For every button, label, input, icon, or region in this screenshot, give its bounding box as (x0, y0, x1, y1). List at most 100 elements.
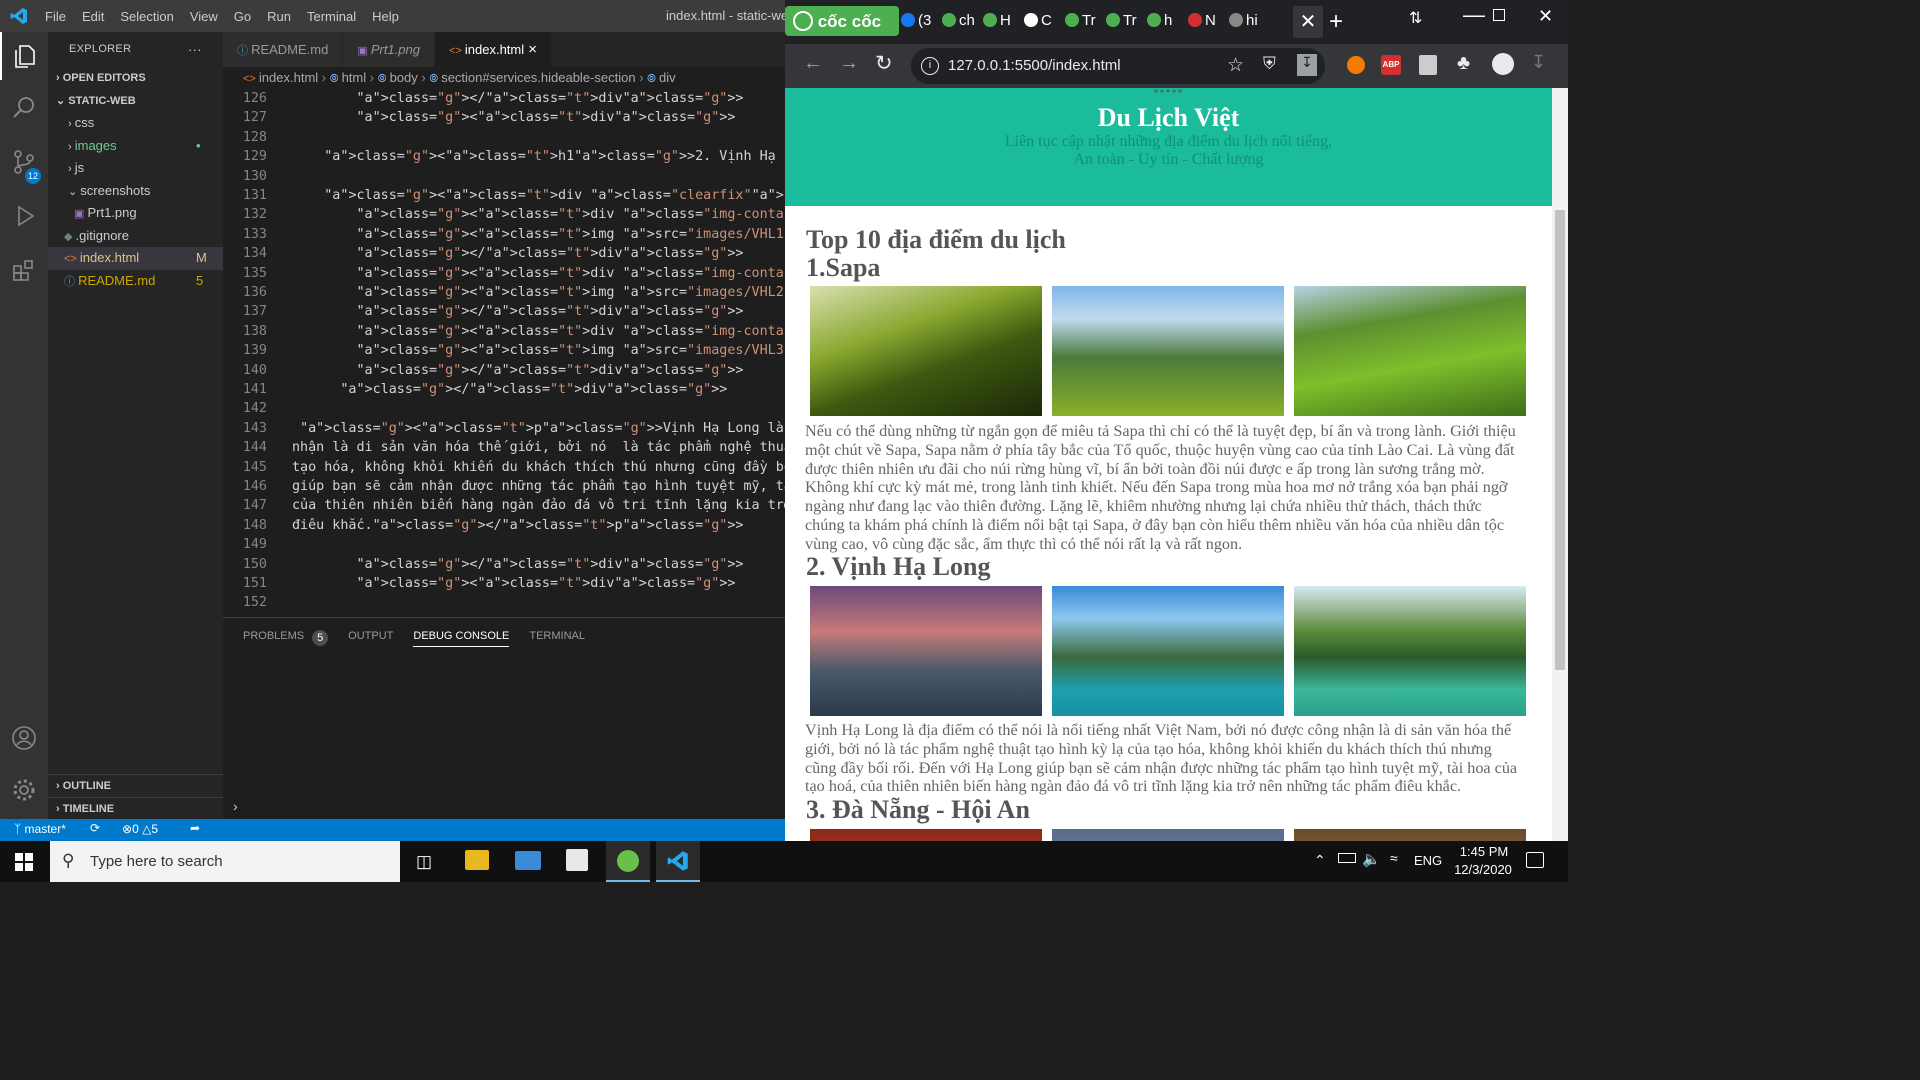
static-web-folder[interactable]: ⌄ STATIC-WEB (48, 90, 223, 112)
volume-icon[interactable]: 🔈 (1362, 850, 1381, 868)
run-debug-icon[interactable] (0, 192, 48, 240)
sync-icon[interactable]: ⟳ (90, 821, 100, 835)
panel-tabs: PROBLEMS 5 OUTPUT DEBUG CONSOLE TERMINAL (243, 630, 605, 647)
browser-tab[interactable]: (3 (901, 12, 942, 34)
breadcrumb-item[interactable]: section#services.hideable-section (441, 70, 635, 85)
settings-gear-icon[interactable] (0, 766, 48, 814)
file-item-indexhtml[interactable]: <> index.html M (48, 247, 223, 270)
tab-search-icon[interactable]: ⇅ (1409, 8, 1422, 28)
browser-tab[interactable]: hi (1229, 12, 1270, 34)
taskbar-search-box[interactable]: ⚲ Type here to search (50, 841, 400, 882)
tab-prt1png[interactable]: ▣ Prt1.png (343, 32, 435, 67)
explorer-icon[interactable] (0, 32, 48, 80)
clock-time[interactable]: 1:45 PM (1458, 844, 1510, 859)
adblock-icon[interactable]: ABP (1381, 55, 1401, 75)
breadcrumb-item[interactable]: div (659, 70, 676, 85)
accounts-icon[interactable] (0, 714, 48, 762)
maximize-icon[interactable] (1493, 9, 1505, 21)
address-bar[interactable]: i 127.0.0.1:5500/index.html ☆ ⛨ ↧ (911, 48, 1325, 84)
menu-go[interactable]: Go (234, 9, 251, 24)
menu-help[interactable]: Help (372, 9, 399, 24)
tab-readmemd[interactable]: ⓘ README.md (223, 32, 344, 67)
new-tab-button[interactable]: + (1329, 8, 1343, 36)
shield-icon[interactable]: ⛨ (1263, 54, 1276, 74)
extensions-puzzle-icon[interactable]: ♣ (1457, 52, 1470, 75)
file-item-readmemd[interactable]: ⓘ README.md 5 (48, 270, 223, 293)
source-control-icon[interactable]: 12 (0, 138, 48, 186)
outline-section[interactable]: › OUTLINE (48, 774, 223, 796)
file-item-js[interactable]: › js (48, 157, 223, 180)
file-explorer-icon[interactable] (465, 850, 489, 870)
browser-tab[interactable]: C (1024, 12, 1065, 34)
menu-file[interactable]: File (45, 9, 66, 24)
task-view-icon[interactable]: ◫ (416, 852, 432, 872)
minimize-icon[interactable]: — (1463, 2, 1485, 28)
breadcrumb-item[interactable]: html (342, 70, 367, 85)
tab-close-icon[interactable]: × (524, 41, 537, 58)
clock-date[interactable]: 12/3/2020 (1450, 862, 1516, 877)
breadcrumb-item[interactable]: body (390, 70, 418, 85)
menu-terminal[interactable]: Terminal (307, 9, 356, 24)
scrollbar-thumb[interactable] (1555, 210, 1565, 670)
file-item-screenshots[interactable]: ⌄ screenshots (48, 180, 223, 203)
coccoc-logo[interactable]: cốc cốc (785, 6, 899, 36)
warning-icon: △ (142, 822, 152, 836)
tray-chevron-up-icon[interactable]: ⌃ (1314, 852, 1326, 869)
file-item-css[interactable]: › css (48, 112, 223, 135)
extension-coccoc-icon[interactable] (1347, 56, 1365, 74)
extensions-icon[interactable] (0, 246, 48, 294)
close-tab-icon[interactable]: ✕ (1293, 6, 1323, 38)
extension-doc-icon[interactable] (1419, 55, 1437, 75)
notifications-icon[interactable] (1526, 852, 1544, 868)
download-page-icon[interactable]: ↧ (1297, 54, 1317, 76)
downloads-icon[interactable]: ↧ (1531, 52, 1546, 73)
windows-start-icon[interactable] (15, 853, 33, 871)
page-scrollbar[interactable] (1552, 88, 1568, 841)
favicon-icon (983, 13, 997, 27)
bookmark-star-icon[interactable]: ☆ (1227, 54, 1244, 77)
site-info-icon[interactable]: i (921, 57, 939, 75)
window-close-icon[interactable]: ✕ (1538, 6, 1553, 27)
file-item-gitignore[interactable]: ◆ .gitignore (48, 225, 223, 248)
browser-tab[interactable]: Tr (1065, 12, 1106, 34)
vscode-taskbar-button[interactable] (656, 841, 700, 882)
open-editors-section[interactable]: › OPEN EDITORS (48, 67, 223, 89)
back-icon[interactable]: ← (803, 52, 823, 75)
panel-tab-debug-console[interactable]: DEBUG CONSOLE (413, 630, 510, 647)
more-actions-icon[interactable]: ··· (188, 32, 202, 67)
panel-tab-terminal[interactable]: TERMINAL (529, 630, 585, 647)
browser-tab[interactable]: H (983, 12, 1024, 34)
file-item-prt1png[interactable]: ▣ Prt1.png (48, 202, 223, 225)
line-number: 130 (242, 168, 267, 184)
timeline-section[interactable]: › TIMELINE (48, 797, 223, 819)
browser-tab[interactable]: Tr (1106, 12, 1147, 34)
menu-run[interactable]: Run (267, 9, 291, 24)
language-indicator[interactable]: ENG (1414, 853, 1442, 868)
breadcrumb-item[interactable]: index.html (259, 70, 318, 85)
problems-indicator[interactable]: ⊗0 △5 (122, 822, 158, 836)
file-item-images[interactable]: › images • (48, 135, 223, 158)
search-icon[interactable] (0, 84, 48, 132)
menu-selection[interactable]: Selection (120, 9, 173, 24)
wifi-icon[interactable]: ≈ (1390, 850, 1398, 866)
store-icon[interactable] (566, 849, 588, 871)
browser-tab[interactable]: ch (942, 12, 983, 34)
browser-tab[interactable]: h (1147, 12, 1188, 34)
menu-edit[interactable]: Edit (82, 9, 104, 24)
menu-view[interactable]: View (190, 9, 218, 24)
panel-tab-problems[interactable]: PROBLEMS (243, 630, 304, 647)
mail-icon[interactable] (515, 851, 541, 870)
panel-tab-output[interactable]: OUTPUT (348, 630, 393, 647)
branch-indicator[interactable]: ᛉ master* (14, 822, 66, 836)
coccoc-taskbar-button[interactable] (606, 841, 650, 882)
code-view[interactable]: 126 "a">class="g"></"a">class="t">div"a"… (223, 91, 785, 617)
reload-icon[interactable]: ↻ (875, 51, 893, 76)
tab-indexhtml[interactable]: <> index.html × (434, 32, 553, 67)
browser-tab[interactable]: N (1188, 12, 1229, 34)
battery-icon[interactable] (1338, 853, 1356, 863)
browser-tab-label: h (1164, 12, 1173, 29)
live-share-icon[interactable]: ➦ (190, 821, 200, 835)
forward-icon[interactable]: → (839, 52, 859, 75)
profile-avatar[interactable] (1492, 53, 1514, 75)
code-line: "a">class="g"></"a">class="t">div"a">cla… (356, 304, 744, 320)
